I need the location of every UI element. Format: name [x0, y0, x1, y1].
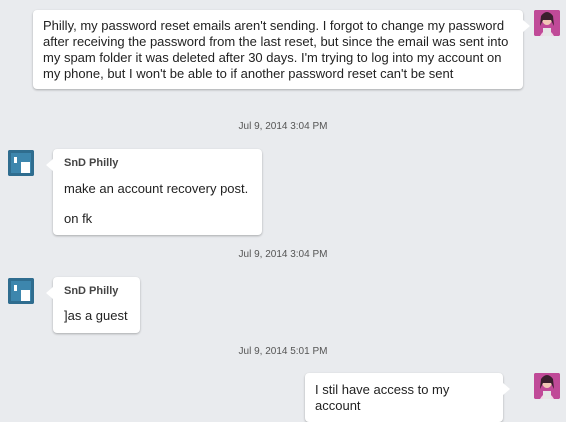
avatar-self-icon[interactable]	[534, 10, 560, 36]
sender-name[interactable]: SnD Philly	[64, 157, 252, 170]
message-text: I stil have access to my account	[315, 382, 454, 413]
avatar-other-icon[interactable]	[8, 150, 34, 176]
message-text: make an account recovery post. on fk	[64, 181, 249, 226]
message-bubble-self: I stil have access to my account	[305, 373, 510, 422]
avatar-other-icon[interactable]	[8, 278, 34, 304]
message-timestamp: Jul 9, 2014 3:04 PM	[238, 121, 328, 132]
message-timestamp: Jul 9, 2014 3:04 PM	[238, 249, 328, 260]
message-bubble-self: Philly, my password reset emails aren't …	[33, 10, 530, 89]
message-thread: Philly, my password reset emails aren't …	[0, 0, 566, 422]
message-timestamp: Jul 9, 2014 5:01 PM	[238, 346, 328, 357]
message-bubble-other: SnD Philly ]as a guest	[46, 277, 140, 333]
avatar-self-icon[interactable]	[534, 373, 560, 399]
message-bubble-other: SnD Philly make an account recovery post…	[46, 149, 262, 235]
message-text: Philly, my password reset emails aren't …	[43, 18, 512, 81]
sender-name[interactable]: SnD Philly	[64, 285, 128, 298]
message-text: ]as a guest	[64, 308, 128, 323]
